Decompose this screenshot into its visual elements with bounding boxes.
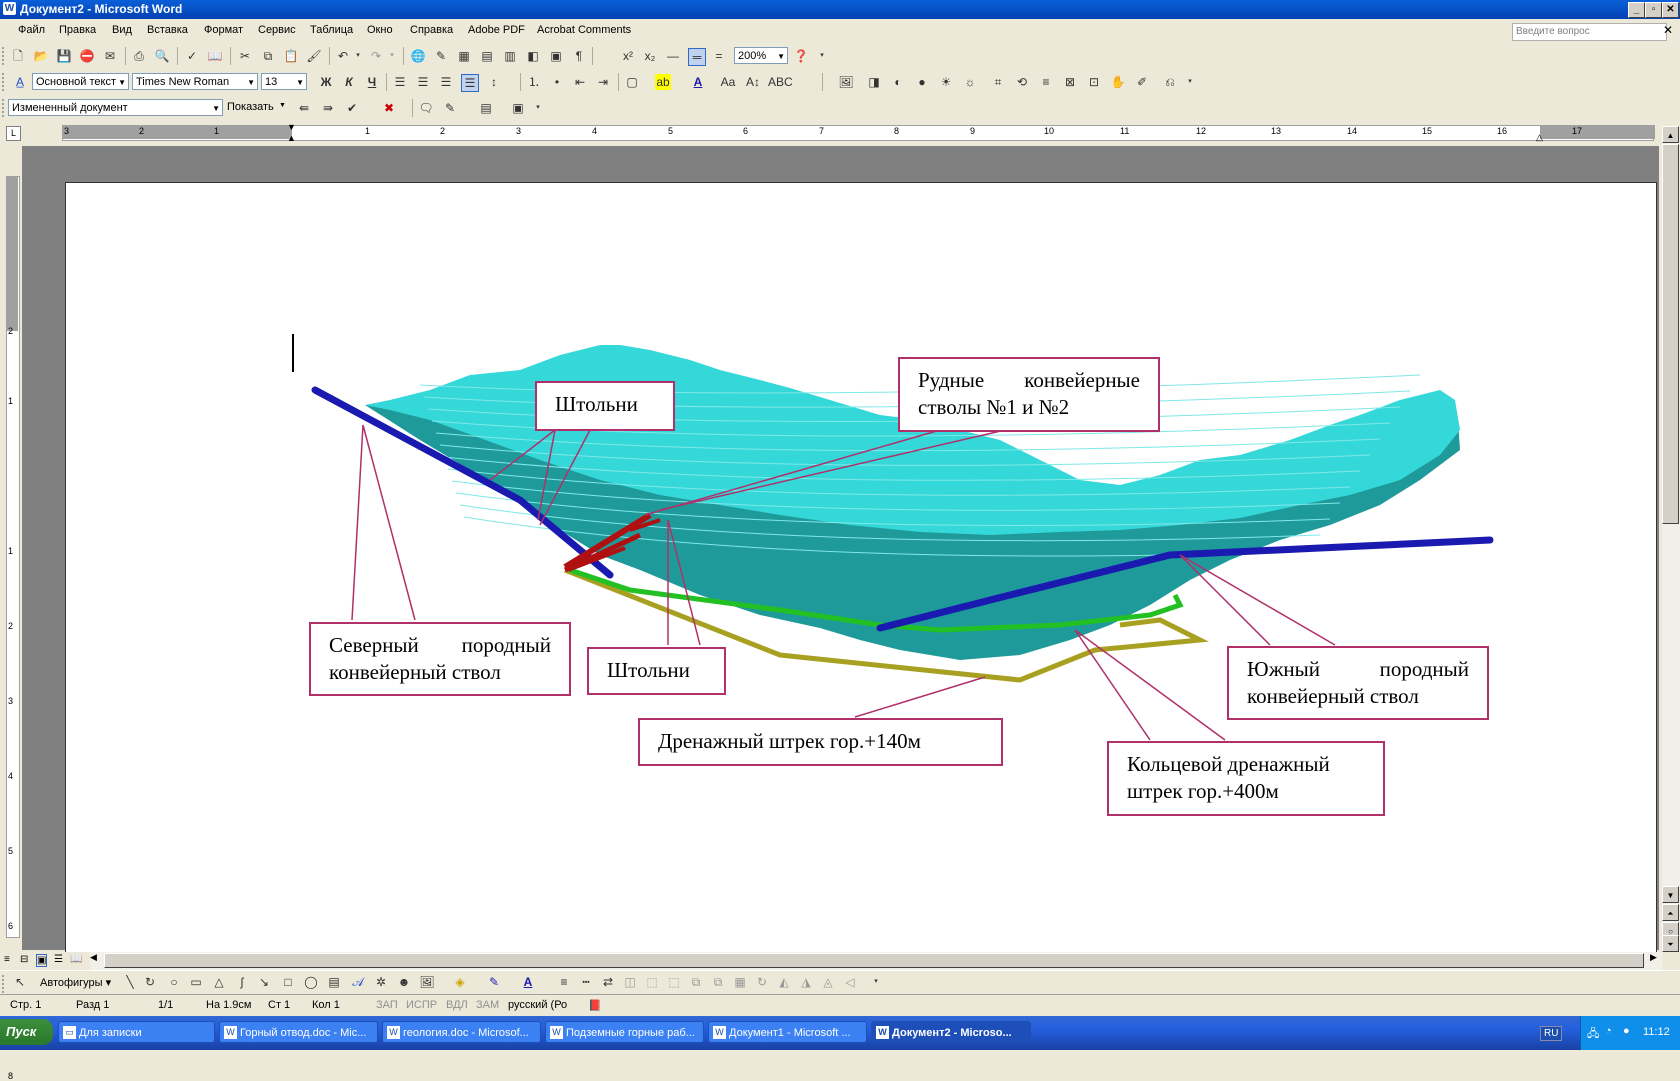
diagram-icon[interactable]: ✲: [373, 974, 389, 990]
view-buttons: ≡ ⊟ ▣ ☰ 📖: [0, 952, 90, 970]
tray-app-icon[interactable]: ●: [1623, 1025, 1630, 1037]
scroll-left-button[interactable]: ◀: [90, 952, 97, 963]
label-north-shaft: Северный породный конвейерный ствол: [309, 622, 571, 696]
line-color-icon[interactable]: ✎: [486, 974, 502, 990]
fill-color-icon[interactable]: ◈: [452, 974, 468, 990]
spelling-status-icon[interactable]: 📕: [588, 999, 602, 1012]
grid-icon[interactable]: ▦: [732, 974, 748, 990]
language-indicator[interactable]: RU: [1540, 1026, 1563, 1041]
line-tool-icon[interactable]: ╲: [122, 974, 138, 990]
send-backward-icon[interactable]: ⧉: [710, 974, 726, 990]
rectangle-tool-icon[interactable]: ▭: [188, 974, 204, 990]
label-ore-conveyor-shafts: Рудные конвейерные стволы №1 и №2: [898, 357, 1160, 432]
status-trk[interactable]: ИСПР: [406, 999, 437, 1011]
rotate-icon[interactable]: ↻: [754, 974, 770, 990]
text-box-icon[interactable]: ▤: [326, 974, 342, 990]
taskbar: Пуск ▭ Для записки W Горный отвод.doc - Mi…: [0, 1016, 1680, 1050]
scroll-right-button[interactable]: ▶: [1650, 952, 1657, 963]
oval-tool-icon[interactable]: ○: [166, 974, 182, 990]
task-word-doc-active[interactable]: W Документ2 - Microso...: [871, 1021, 1031, 1043]
arrow-tool-icon[interactable]: ↘: [256, 974, 272, 990]
label-south-shaft: Южный породный конвейерный ствол: [1227, 646, 1489, 720]
flip-icon[interactable]: ◭: [776, 974, 792, 990]
status-ovr[interactable]: ЗАМ: [476, 999, 499, 1011]
folder-icon: ▭: [63, 1026, 76, 1039]
scroll-down-button[interactable]: ▼: [1662, 886, 1679, 903]
dash-style-icon[interactable]: ┅: [578, 974, 594, 990]
clipart-icon[interactable]: ☻: [396, 974, 412, 990]
ellipse-icon[interactable]: ◯: [303, 974, 319, 990]
wordart-icon[interactable]: 𝒜: [350, 974, 366, 990]
arrow-style-icon[interactable]: ⇄: [600, 974, 616, 990]
status-language[interactable]: русский (Ро: [508, 999, 567, 1011]
status-page: Стр. 1: [10, 999, 42, 1011]
outline-view-icon[interactable]: ☰: [54, 954, 63, 965]
task-word-doc[interactable]: W Подземные горные раб...: [545, 1021, 704, 1043]
web-view-icon[interactable]: ⊟: [20, 954, 28, 965]
status-column: Кол 1: [312, 999, 340, 1011]
network-icon[interactable]: 🖧: [1587, 1025, 1599, 1044]
task-word-doc[interactable]: Wгеология.doc - Microsof...: [382, 1021, 541, 1043]
status-at: На 1.9см: [206, 999, 252, 1011]
word-icon: W: [713, 1026, 726, 1039]
vertical-scrollbar[interactable]: ▲ ▼ ⏶ ○ ⏷: [1662, 126, 1680, 952]
next-page-button[interactable]: ⏷: [1662, 935, 1679, 952]
drawing-toolbar: ↖ Автофигуры ▾ ╲ ↻ ○ ▭ △ ʃ ↘ □ ◯ ▤ 𝒜 ✲ ☻…: [0, 970, 1680, 995]
shadow-icon[interactable]: ◫: [622, 974, 638, 990]
volume-icon[interactable]: ◔: [1605, 1025, 1612, 1037]
label-adits-bottom: Штольни: [587, 647, 726, 695]
start-button[interactable]: Пуск: [0, 1019, 53, 1045]
status-section: Разд 1: [76, 999, 110, 1011]
status-ext[interactable]: ВДЛ: [446, 999, 468, 1011]
label-ring-drainage-400: Кольцевой дренажный штрек гор.+400м: [1107, 741, 1385, 816]
horizontal-scrollbar[interactable]: ◀ ▶: [90, 952, 1662, 970]
status-pages: 1/1: [158, 999, 174, 1011]
font-color-icon[interactable]: A: [520, 974, 536, 990]
word-icon: W: [876, 1026, 889, 1039]
task-folder[interactable]: ▭ Для записки: [58, 1021, 215, 1043]
task-word-doc[interactable]: W Горный отвод.doc - Mic...: [219, 1021, 378, 1043]
toolbar-options-icon[interactable]: ▾: [868, 974, 884, 990]
print-layout-icon[interactable]: ▣: [36, 954, 48, 967]
task-word-doc[interactable]: W Документ1 - Microsoft ...: [708, 1021, 867, 1043]
hscroll-thumb[interactable]: [104, 953, 1644, 968]
flip-vertical-icon[interactable]: ◮: [798, 974, 814, 990]
normal-view-icon[interactable]: ≡: [4, 954, 10, 965]
word-icon: W: [224, 1026, 237, 1039]
previous-page-button[interactable]: ⏶: [1662, 904, 1679, 921]
status-rec[interactable]: ЗАП: [376, 999, 398, 1011]
word-icon: W: [387, 1026, 400, 1039]
select-objects-icon[interactable]: ↖: [12, 974, 28, 990]
status-bar: Стр. 1 Разд 1 1/1 На 1.9см Ст 1 Кол 1 ЗА…: [0, 994, 1680, 1015]
system-tray: 🖧 ◔ ● 11:12: [1580, 1016, 1680, 1050]
reading-view-icon[interactable]: 📖: [70, 954, 82, 965]
group-icon[interactable]: ⬚: [666, 974, 682, 990]
freeform-tool-icon[interactable]: ʃ: [234, 974, 250, 990]
status-line: Ст 1: [268, 999, 291, 1011]
rectangle-icon[interactable]: □: [280, 974, 296, 990]
word-icon: W: [550, 1026, 563, 1039]
triangle-tool-icon[interactable]: △: [211, 974, 227, 990]
distribute-icon[interactable]: ◁: [842, 974, 858, 990]
ruler-number: 8: [8, 1071, 14, 1081]
bring-forward-icon[interactable]: ⧉: [688, 974, 704, 990]
toolbar-grip[interactable]: [2, 975, 7, 993]
line-style-icon[interactable]: ≡: [556, 974, 572, 990]
curve-tool-icon[interactable]: ↻: [142, 974, 158, 990]
insert-picture-icon[interactable]: 🖼: [419, 974, 435, 990]
scroll-up-button[interactable]: ▲: [1662, 126, 1679, 143]
label-drainage-140: Дренажный штрек гор.+140м: [638, 718, 1003, 766]
3d-icon[interactable]: ⬚: [644, 974, 660, 990]
align-icon[interactable]: ◬: [820, 974, 836, 990]
mine-diagram[interactable]: [0, 0, 1680, 1050]
clock[interactable]: 11:12: [1643, 1026, 1670, 1038]
scroll-thumb[interactable]: [1662, 144, 1679, 524]
label-adits-top: Штольни: [535, 381, 675, 431]
autoshapes-menu[interactable]: Автофигуры ▾: [40, 976, 111, 989]
